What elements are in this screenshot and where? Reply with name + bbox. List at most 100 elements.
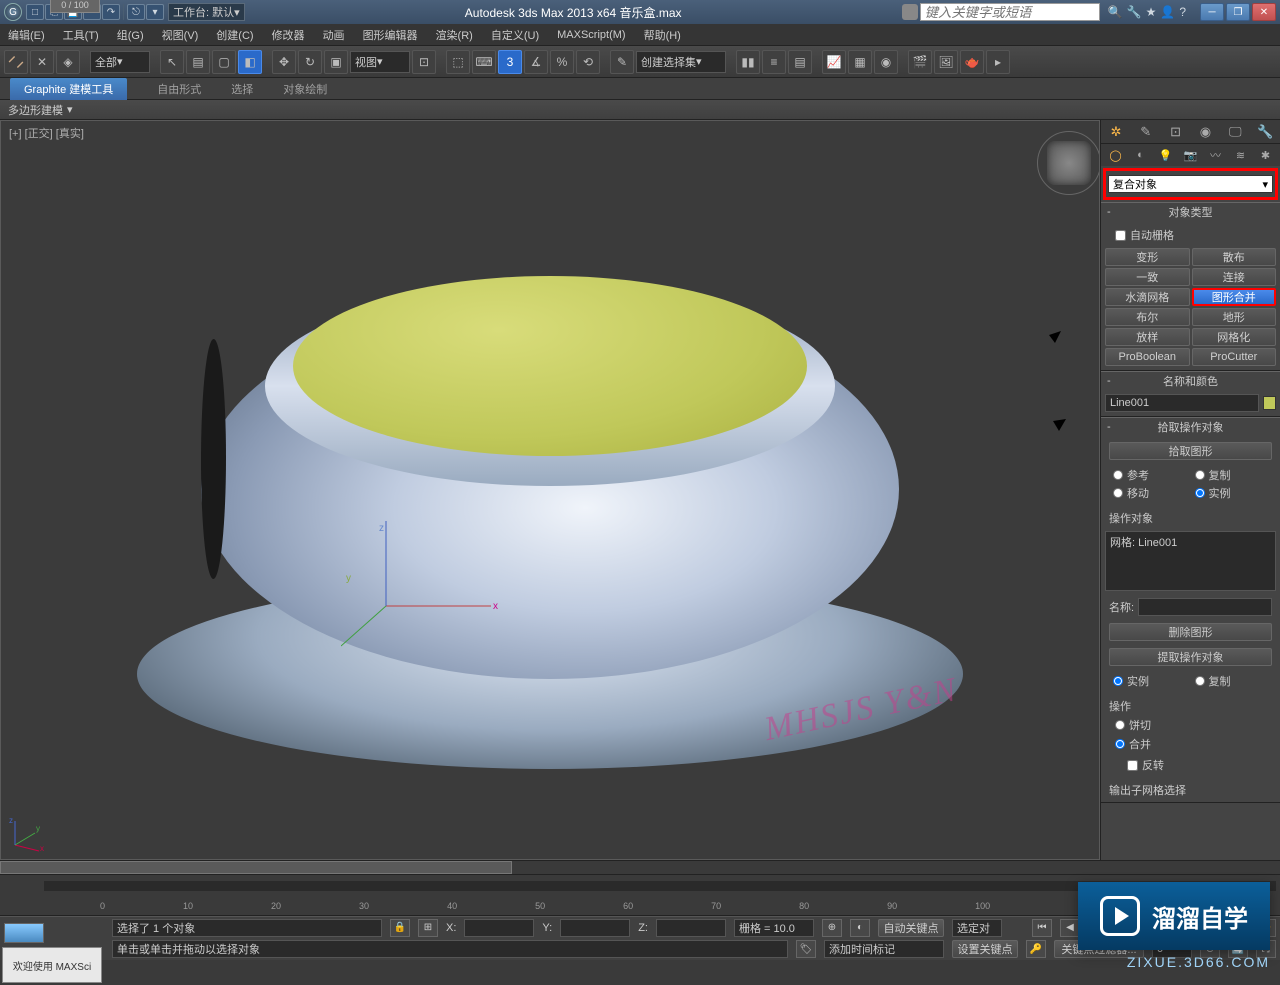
menu-modifiers[interactable]: 修改器 — [272, 27, 305, 43]
menu-edit[interactable]: 编辑(E) — [8, 27, 45, 43]
link-icon[interactable] — [4, 50, 28, 74]
radio-reference[interactable] — [1113, 470, 1123, 480]
radio-copy2[interactable] — [1195, 676, 1205, 686]
menu-help[interactable]: 帮助(H) — [644, 27, 681, 43]
btn-procutter[interactable]: ProCutter — [1192, 348, 1277, 366]
restore-button[interactable]: ❐ — [1226, 3, 1250, 21]
render-icon[interactable]: 🫖 — [960, 50, 984, 74]
btn-boolean[interactable]: 布尔 — [1105, 308, 1190, 326]
ribbon-tab-paint[interactable]: 对象绘制 — [283, 81, 327, 97]
manip-icon[interactable]: ⬚ — [446, 50, 470, 74]
close-button[interactable]: ✕ — [1252, 3, 1276, 21]
info-icon[interactable] — [902, 4, 918, 20]
material-icon[interactable]: ◉ — [874, 50, 898, 74]
viewport-scrollbar[interactable] — [0, 860, 1280, 874]
x-coord[interactable] — [464, 919, 534, 937]
geom-subtab-icon[interactable]: ◯ — [1105, 146, 1126, 164]
schematic-icon[interactable]: ▦ — [848, 50, 872, 74]
rollout-pick-operand[interactable]: 拾取操作对象 — [1101, 418, 1280, 436]
ribbon-tab-select[interactable]: 选择 — [231, 81, 253, 97]
key-icon[interactable]: 🔑 — [1026, 940, 1046, 958]
tool-icon[interactable]: 🔧 — [1127, 5, 1142, 19]
select-icon[interactable]: ↖ — [160, 50, 184, 74]
render-frame-icon[interactable]: 🖼 — [934, 50, 958, 74]
help-icon[interactable]: ? — [1179, 5, 1186, 19]
radio-merge[interactable] — [1115, 739, 1125, 749]
btn-connect[interactable]: 连接 — [1192, 268, 1277, 286]
autokey-button[interactable]: 自动关键点 — [878, 919, 944, 937]
angle-snap-icon[interactable]: ∡ — [524, 50, 548, 74]
prev-frame-icon[interactable]: ◀ — [1060, 919, 1080, 937]
hierarchy-tab-icon[interactable]: ⊡ — [1161, 120, 1191, 143]
menu-customize[interactable]: 自定义(U) — [491, 27, 539, 43]
edit-selset-icon[interactable]: ✎ — [610, 50, 634, 74]
modify-tab-icon[interactable]: ✎ — [1131, 120, 1161, 143]
rollout-object-type[interactable]: 对象类型 — [1101, 203, 1280, 221]
object-name-input[interactable] — [1105, 394, 1259, 412]
timetag-icon[interactable]: 🏷 — [796, 940, 816, 958]
minimize-button[interactable]: ─ — [1200, 3, 1224, 21]
menu-render[interactable]: 渲染(R) — [436, 27, 473, 43]
viewport[interactable]: [+] [正交] [真实] x y z MHSJS Y&N x y z — [0, 120, 1100, 860]
select-name-icon[interactable]: ▤ — [186, 50, 210, 74]
layers-icon[interactable]: ▤ — [788, 50, 812, 74]
user-icon[interactable]: 👤 — [1160, 5, 1175, 19]
radio-copy[interactable] — [1195, 470, 1205, 480]
adaptive-icon[interactable]: ⊕ — [822, 919, 842, 937]
goto-start-icon[interactable]: ⏮ — [1032, 919, 1052, 937]
radio-instance2[interactable] — [1113, 676, 1123, 686]
category-dropdown[interactable]: 复合对象▾ — [1108, 175, 1273, 193]
pick-shape-button[interactable]: 拾取图形 — [1109, 442, 1272, 460]
menu-group[interactable]: 组(G) — [117, 27, 144, 43]
time-thumb[interactable]: 0 / 100 — [50, 0, 100, 13]
percent-snap-icon[interactable]: % — [550, 50, 574, 74]
btn-loft[interactable]: 放样 — [1105, 328, 1190, 346]
link-icon[interactable]: ⎋ — [127, 4, 145, 20]
region-window-icon[interactable]: ◧ — [238, 50, 262, 74]
material-swatch[interactable] — [4, 923, 44, 943]
rotate-icon[interactable]: ↻ — [298, 50, 322, 74]
display-tab-icon[interactable]: 🖵 — [1220, 120, 1250, 143]
star-icon[interactable]: ★ — [1146, 5, 1157, 19]
redo-icon[interactable]: ↷ — [102, 4, 120, 20]
mirror-icon[interactable]: ▮▮ — [736, 50, 760, 74]
new-icon[interactable]: □ — [26, 4, 44, 20]
ref-coord-dropdown[interactable]: 视图 ▾ — [350, 51, 410, 73]
btn-conform[interactable]: 一致 — [1105, 268, 1190, 286]
proj-icon[interactable]: ▾ — [146, 4, 164, 20]
snap-toggle-icon[interactable]: 3 — [498, 50, 522, 74]
delete-shape-button[interactable]: 删除图形 — [1109, 623, 1272, 641]
spinner-snap-icon[interactable]: ⟲ — [576, 50, 600, 74]
utilities-tab-icon[interactable]: 🔧 — [1250, 120, 1280, 143]
radio-cookie[interactable] — [1115, 720, 1125, 730]
keyboard-icon[interactable]: ⌨ — [472, 50, 496, 74]
viewport-label[interactable]: [+] [正交] [真实] — [9, 125, 84, 141]
bind-icon[interactable]: ◈ — [56, 50, 80, 74]
operands-listbox[interactable]: 网格: Line001 — [1105, 531, 1276, 591]
curve-editor-icon[interactable]: 📈 — [822, 50, 846, 74]
ribbon-tab-graphite[interactable]: Graphite 建模工具 — [10, 78, 127, 100]
lights-subtab-icon[interactable]: 💡 — [1155, 146, 1176, 164]
viewcube[interactable] — [1047, 141, 1091, 185]
btn-blobmesh[interactable]: 水滴网格 — [1105, 288, 1190, 306]
menu-anim[interactable]: 动画 — [323, 27, 345, 43]
unlink-icon[interactable]: ✕ — [30, 50, 54, 74]
ribbon-tab-freeform[interactable]: 自由形式 — [157, 81, 201, 97]
menu-view[interactable]: 视图(V) — [162, 27, 199, 43]
radio-instance[interactable] — [1195, 488, 1205, 498]
workspace-dropdown[interactable]: 工作台: 默认 ▾ — [168, 3, 245, 21]
btn-mesher[interactable]: 网格化 — [1192, 328, 1277, 346]
selection-filter[interactable]: 全部 ▾ — [90, 51, 150, 73]
color-swatch[interactable] — [1263, 396, 1276, 410]
btn-proboolean[interactable]: ProBoolean — [1105, 348, 1190, 366]
y-coord[interactable] — [560, 919, 630, 937]
btn-terrain[interactable]: 地形 — [1192, 308, 1277, 326]
motion-tab-icon[interactable]: ◉ — [1190, 120, 1220, 143]
autogrid-checkbox[interactable] — [1115, 230, 1126, 241]
region-rect-icon[interactable]: ▢ — [212, 50, 236, 74]
helpers-subtab-icon[interactable]: 〰 — [1205, 146, 1226, 164]
render-setup-icon[interactable]: 🎬 — [908, 50, 932, 74]
radio-move[interactable] — [1113, 488, 1123, 498]
coord-mode-icon[interactable]: ⊞ — [418, 919, 438, 937]
flip-checkbox[interactable] — [1127, 760, 1138, 771]
